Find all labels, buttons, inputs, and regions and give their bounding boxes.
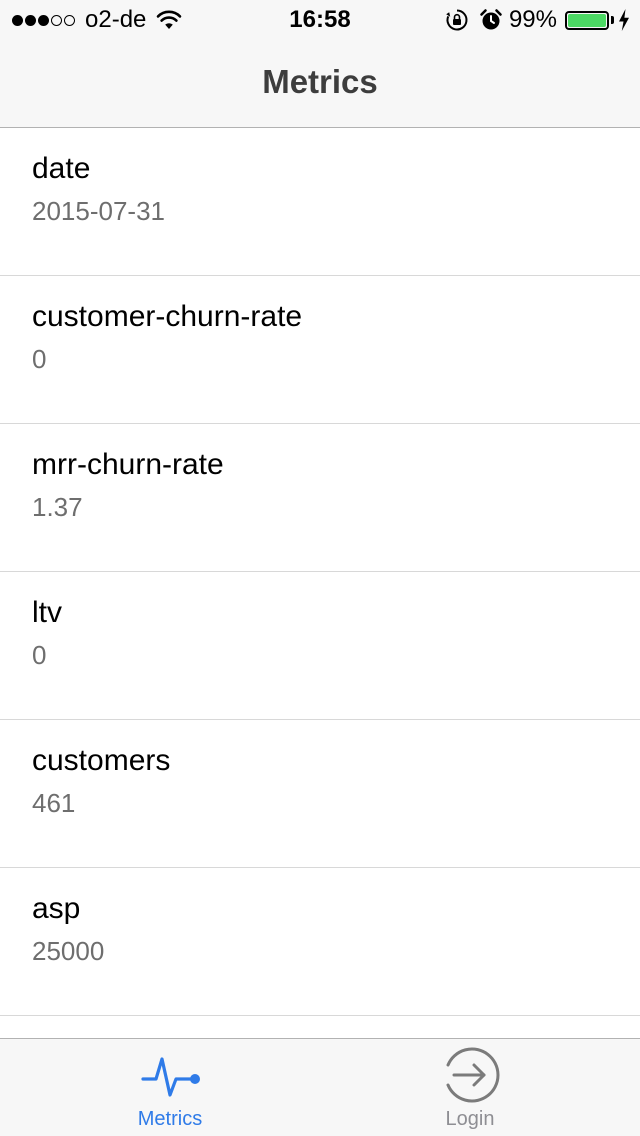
battery-icon [565, 10, 609, 30]
metrics-list[interactable]: date 2015-07-31 customer-churn-rate 0 mr… [0, 128, 640, 1038]
metric-value: 25000 [32, 936, 105, 966]
tab-metrics[interactable]: Metrics [20, 1039, 320, 1136]
login-arrow-icon [446, 1047, 500, 1103]
metric-value: 0 [32, 344, 47, 374]
metric-row-asp[interactable]: asp 25000 [0, 868, 640, 1016]
page-title: Metrics [262, 63, 378, 100]
status-left: o2-de [12, 7, 182, 33]
app-screen: o2-de 16:58 99% Metrics date 2015-07-31 … [0, 0, 640, 1136]
metric-name: customers [32, 744, 171, 777]
metric-name: date [32, 152, 91, 185]
alarm-icon [480, 9, 502, 30]
metric-name: ltv [32, 596, 62, 629]
signal-dot [51, 14, 62, 26]
tab-label: Metrics [137, 1108, 203, 1130]
tab-login[interactable]: Login [320, 1039, 620, 1136]
pulse-icon [141, 1057, 200, 1097]
metric-row-partial[interactable] [0, 1016, 640, 1038]
battery-nub [611, 16, 614, 24]
metric-value: 1.37 [32, 492, 83, 522]
signal-dot [38, 14, 49, 26]
signal-dot [25, 14, 36, 26]
metric-row-customers[interactable]: customers 461 [0, 720, 640, 868]
metric-name: asp [32, 892, 81, 925]
metric-name: mrr-churn-rate [32, 448, 224, 481]
status-bar: o2-de 16:58 99% [0, 0, 640, 40]
metric-value: 2015-07-31 [32, 196, 165, 226]
metric-row-customer-churn-rate[interactable]: customer-churn-rate 0 [0, 276, 640, 424]
battery-level-fill [568, 13, 606, 27]
tab-bar: Metrics Login [0, 1038, 640, 1136]
metric-name: customer-churn-rate [32, 300, 303, 333]
battery-percent: 99% [508, 6, 557, 33]
signal-dot [12, 14, 23, 26]
metric-value: 0 [32, 640, 47, 670]
signal-dot [64, 14, 75, 26]
metric-row-mrr-churn-rate[interactable]: mrr-churn-rate 1.37 [0, 424, 640, 572]
tab-label: Login [445, 1108, 495, 1130]
charging-bolt-icon [619, 9, 629, 31]
rotation-lock-icon [446, 9, 468, 31]
status-right: 99% [445, 7, 630, 33]
metric-value: 461 [32, 788, 76, 818]
metric-row-ltv[interactable]: ltv 0 [0, 572, 640, 720]
wifi-icon [157, 10, 182, 29]
signal-strength-icon [12, 14, 77, 26]
navigation-bar: Metrics [0, 40, 640, 128]
metric-row-date[interactable]: date 2015-07-31 [0, 128, 640, 276]
carrier-name: o2-de [85, 6, 147, 33]
